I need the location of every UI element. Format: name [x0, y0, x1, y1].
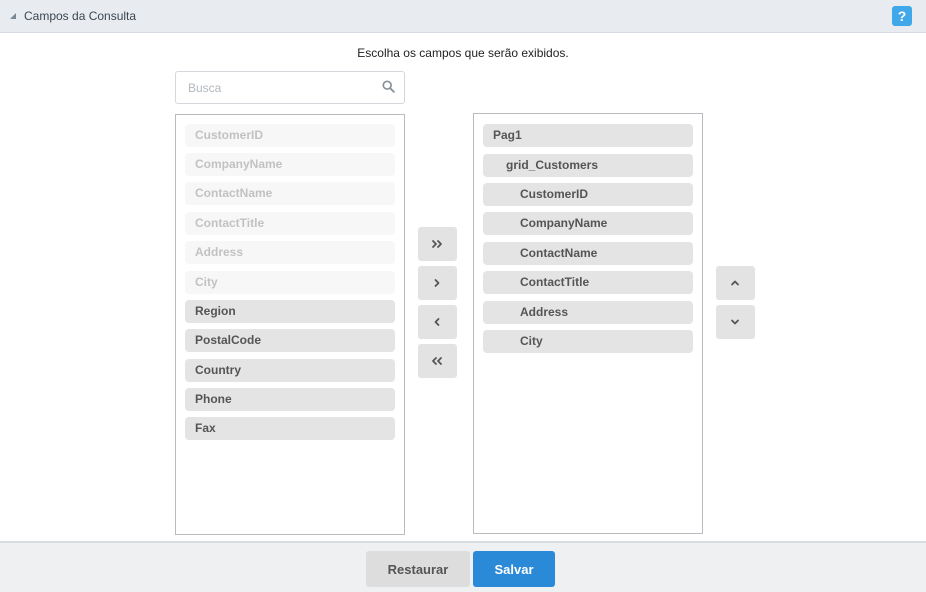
selected-field-item[interactable]: Pag1 — [483, 124, 693, 147]
instruction-text: Escolha os campos que serão exibidos. — [357, 46, 569, 60]
available-field-item: Address — [185, 241, 395, 264]
selected-fields-list[interactable]: Pag1 grid_Customers CustomerID CompanyNa… — [473, 113, 703, 534]
move-right-button[interactable] — [418, 266, 457, 300]
selected-field-item[interactable]: CompanyName — [483, 212, 693, 235]
move-all-right-button[interactable] — [418, 227, 457, 261]
move-up-button[interactable] — [716, 266, 755, 300]
available-field-item[interactable]: PostalCode — [185, 329, 395, 352]
available-field-item: City — [185, 271, 395, 294]
restore-button[interactable]: Restaurar — [366, 551, 470, 587]
chevron-down-icon — [731, 319, 739, 325]
available-field-item[interactable]: Country — [185, 359, 395, 382]
double-chevron-right-icon — [432, 240, 442, 248]
move-down-button[interactable] — [716, 305, 755, 339]
available-field-item[interactable]: Phone — [185, 388, 395, 411]
search-input[interactable] — [177, 73, 367, 102]
available-fields-list[interactable]: CustomerID CompanyName ContactName Conta… — [175, 114, 405, 535]
selected-field-item[interactable]: Address — [483, 301, 693, 324]
double-chevron-left-icon — [432, 357, 442, 365]
selected-field-item[interactable]: ContactName — [483, 242, 693, 265]
available-field-item: ContactTitle — [185, 212, 395, 235]
available-field-item[interactable]: Region — [185, 300, 395, 323]
chevron-left-icon — [434, 318, 440, 326]
header-title: Campos da Consulta — [24, 9, 137, 23]
move-left-button[interactable] — [418, 305, 457, 339]
search-box — [175, 71, 405, 104]
chevron-right-icon — [434, 279, 440, 287]
footer-bar: Restaurar Salvar — [0, 541, 926, 592]
selected-field-item[interactable]: ContactTitle — [483, 271, 693, 294]
move-all-left-button[interactable] — [418, 344, 457, 378]
save-button[interactable]: Salvar — [473, 551, 555, 587]
selected-field-item[interactable]: City — [483, 330, 693, 353]
available-field-item: CompanyName — [185, 153, 395, 176]
panel-header: Campos da Consulta ? — [0, 0, 926, 33]
collapse-triangle-icon[interactable] — [10, 13, 16, 19]
chevron-up-icon — [731, 280, 739, 286]
available-field-item[interactable]: Fax — [185, 417, 395, 440]
selected-field-item[interactable]: CustomerID — [483, 183, 693, 206]
available-field-item: ContactName — [185, 182, 395, 205]
selected-field-item[interactable]: grid_Customers — [483, 154, 693, 177]
help-icon[interactable]: ? — [892, 6, 912, 26]
available-field-item: CustomerID — [185, 124, 395, 147]
search-icon[interactable] — [382, 80, 395, 93]
